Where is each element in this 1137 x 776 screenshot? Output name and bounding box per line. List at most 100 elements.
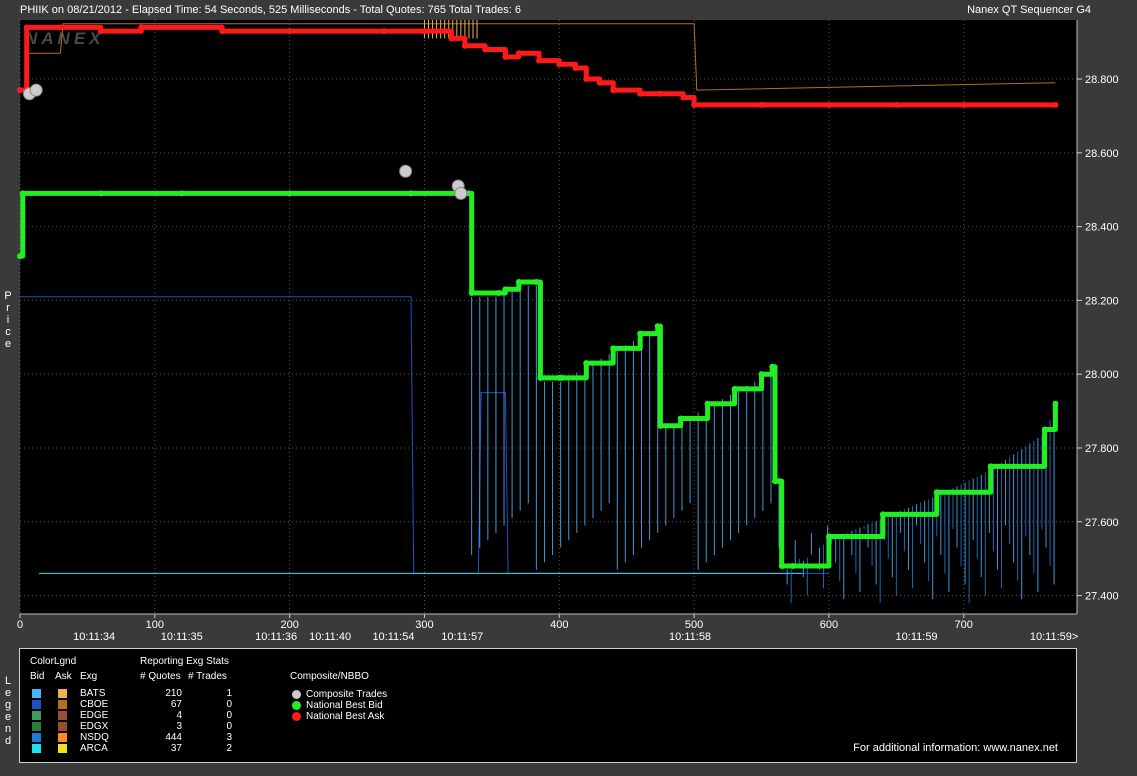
best-bid-point (758, 371, 765, 378)
exchange-trades: 1 (226, 688, 232, 699)
best-bid-point (731, 385, 738, 392)
best-bid-point (558, 374, 565, 381)
x-tick-label: 700 (955, 619, 973, 631)
best-ask-point (23, 24, 30, 31)
best-bid-point (19, 190, 26, 197)
best-bid-point (987, 463, 994, 470)
time-tick-label: 10:11:34 (73, 631, 115, 643)
y-tick-label: 28.600 (1085, 148, 1119, 160)
best-bid-point (495, 290, 502, 297)
quotes-header: # Quotes (140, 671, 181, 682)
time-tick-label: 10:11:36 (255, 631, 297, 643)
composite-color-dot (292, 690, 301, 699)
best-ask-point (583, 76, 590, 83)
best-ask-point (219, 28, 226, 35)
best-ask-point (482, 46, 489, 53)
composite-header: Composite/NBBO (290, 671, 369, 682)
composite-label: National Best Ask (306, 711, 385, 722)
exchange-quotes: 67 (170, 699, 182, 710)
exchange-quotes: 37 (170, 743, 182, 754)
y-tick-label: 28.200 (1085, 295, 1119, 307)
ask-color-swatch (58, 722, 67, 731)
x-tick-label: 500 (685, 619, 703, 631)
stats-header: Reporting Exg Stats (140, 656, 229, 667)
exchange-quotes: 4 (176, 710, 182, 721)
best-bid-point (583, 360, 590, 367)
ask-color-swatch (58, 711, 67, 720)
best-ask-point (381, 28, 388, 35)
best-ask-point (637, 90, 644, 97)
legend-panel: ColorLgnd Bid Ask Exg Reporting Exg Stat… (19, 648, 1077, 763)
exg-header: Exg (80, 671, 98, 682)
best-ask-point (536, 57, 543, 64)
best-bid-point (789, 563, 796, 570)
best-ask-point (825, 101, 832, 108)
composite-trade-point (29, 83, 43, 97)
best-bid-point (17, 253, 23, 260)
x-tick-label: 0 (17, 619, 23, 631)
bid-color-swatch (32, 689, 41, 698)
ask-header: Ask (55, 671, 72, 682)
best-bid-point (533, 278, 540, 285)
best-ask-point (286, 28, 293, 35)
info-text: For additional information: www.nanex.ne… (853, 742, 1058, 754)
composite-label: National Best Bid (306, 700, 383, 711)
best-bid-point (657, 422, 664, 429)
time-tick-label: 10:11:57 (441, 631, 483, 643)
time-tick-label: 10:11:59> (1030, 631, 1078, 643)
x-tick-label: 400 (550, 619, 568, 631)
best-bid-point (286, 190, 293, 197)
x-tick-label: 600 (820, 619, 838, 631)
exchange-trades: 0 (226, 699, 232, 710)
exchange-name: BATS (80, 688, 106, 699)
time-tick-label: 10:11:40 (309, 631, 351, 643)
exchange-name: ARCA (80, 743, 108, 754)
best-bid-point (502, 286, 509, 293)
best-ask-point (556, 61, 563, 68)
time-tick-label: 10:11:58 (669, 631, 711, 643)
ask-color-swatch (58, 733, 67, 742)
ask-color-swatch (58, 744, 67, 753)
bid-color-swatch (32, 700, 41, 709)
trades-header: # Trades (188, 671, 227, 682)
best-ask-point (1052, 101, 1059, 108)
best-bid-point (610, 345, 617, 352)
x-tick-label: 200 (280, 619, 298, 631)
best-bid-point (407, 190, 414, 197)
time-tick-label: 10:11:54 (372, 631, 414, 643)
bid-header: Bid (30, 671, 45, 682)
exchange-name: EDGE (80, 710, 109, 721)
best-bid-point (778, 563, 785, 570)
best-bid-point (776, 478, 783, 485)
y-tick-label: 27.800 (1085, 443, 1119, 455)
best-bid-point (178, 190, 185, 197)
y-tick-label: 28.800 (1085, 74, 1119, 86)
exchange-name: EDGX (80, 721, 109, 732)
y-axis-ticks: 28.800 28.600 28.400 28.200 28.000 27.800 27.6… (1077, 74, 1119, 603)
x-tick-label: 100 (146, 619, 164, 631)
best-ask-point (610, 87, 617, 94)
best-ask-point (17, 87, 23, 94)
exchange-trades: 2 (226, 743, 232, 754)
best-bid-point (704, 400, 711, 407)
best-ask-point (461, 42, 468, 49)
best-ask-point (657, 90, 664, 97)
best-bid-point (879, 511, 886, 518)
best-ask-point (572, 64, 579, 71)
legend-side-label: Legend (4, 675, 12, 747)
price-chart: NANEX 28.800 28.600 28.400 28.200 28.000 27.8… (17, 20, 1119, 643)
bid-color-swatch (32, 733, 41, 742)
bid-color-swatch (32, 711, 41, 720)
best-ask-point (515, 50, 522, 57)
best-ask-point (57, 24, 64, 31)
best-bid-point (1052, 400, 1059, 407)
x-tick-label: 300 (415, 619, 433, 631)
composite-trade-point (454, 186, 468, 200)
exchange-name: NSDQ (80, 732, 109, 743)
best-ask-point (691, 101, 698, 108)
time-tick-label: 10:11:35 (161, 631, 203, 643)
best-bid-point (1041, 426, 1048, 433)
best-ask-point (680, 94, 687, 101)
exchange-trades: 0 (226, 721, 232, 732)
best-bid-point (825, 533, 832, 540)
